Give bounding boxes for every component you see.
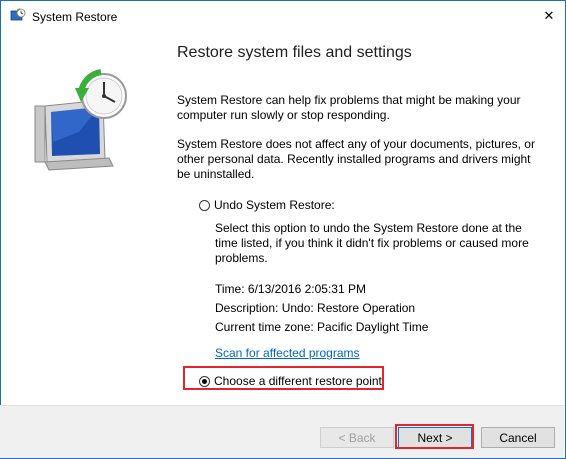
restore-description: Description: Undo: Restore Operation bbox=[215, 301, 416, 315]
button-bar bbox=[0, 405, 564, 458]
scan-affected-programs-link[interactable]: Scan for affected programs bbox=[215, 346, 360, 360]
annotation-highlight-box bbox=[183, 366, 384, 390]
title-bar[interactable]: System Restore ✕ bbox=[1, 1, 565, 32]
restore-time: Time: 6/13/2016 2:05:31 PM bbox=[215, 282, 366, 296]
close-icon: ✕ bbox=[543, 8, 555, 23]
system-restore-illustration-icon bbox=[34, 69, 127, 171]
side-panel bbox=[1, 32, 164, 406]
close-button[interactable]: ✕ bbox=[534, 3, 564, 29]
system-restore-icon bbox=[10, 8, 26, 21]
data-safety-text: System Restore does not affect any of yo… bbox=[177, 137, 535, 181]
undo-restore-radio[interactable] bbox=[199, 199, 210, 211]
undo-restore-radio-option[interactable]: Undo System Restore: bbox=[199, 198, 335, 212]
undo-restore-label[interactable]: Undo System Restore: bbox=[214, 198, 335, 212]
window-title: System Restore bbox=[32, 10, 118, 24]
intro-text: System Restore can help fix problems tha… bbox=[177, 93, 521, 122]
back-button[interactable]: < Back bbox=[320, 427, 394, 448]
time-zone: Current time zone: Pacific Daylight Time bbox=[215, 320, 429, 334]
page-title: Restore system files and settings bbox=[177, 44, 412, 61]
next-annotation-highlight-box bbox=[395, 424, 474, 449]
cancel-button[interactable]: Cancel bbox=[481, 427, 555, 448]
undo-description: Select this option to undo the System Re… bbox=[215, 221, 529, 265]
